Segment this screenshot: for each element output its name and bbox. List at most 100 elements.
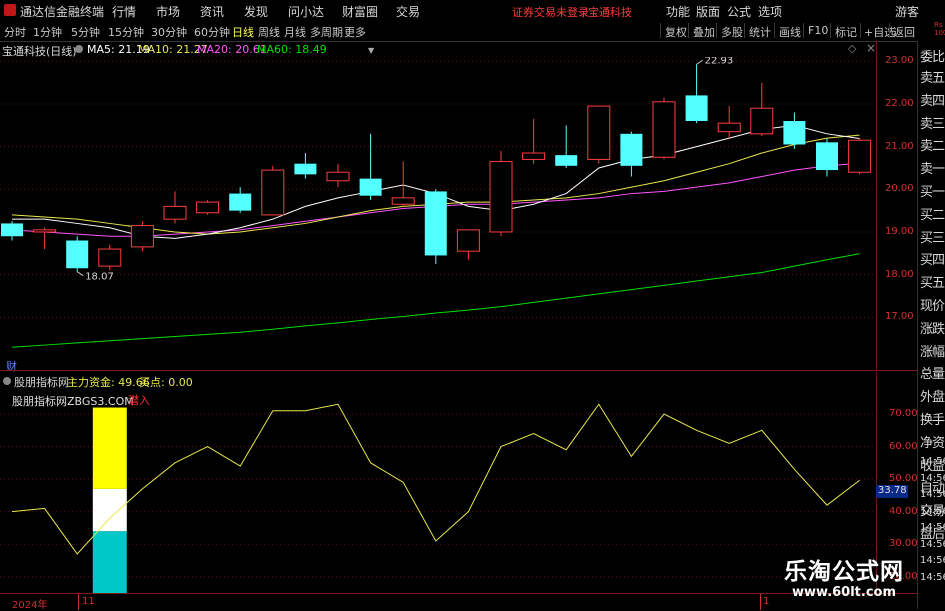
candle-body	[522, 152, 546, 160]
panel-divider	[0, 370, 917, 371]
candle-body	[33, 229, 57, 233]
chevron-down-icon[interactable]	[75, 45, 83, 53]
candle-body	[261, 169, 285, 216]
price-axis: 23.00 22.00 21.00 20.00 19.00 18.00 17.0…	[876, 41, 917, 371]
candle-body	[456, 229, 480, 252]
side-panel-label: 卖五	[920, 71, 945, 86]
back-button[interactable]: 返回	[893, 24, 915, 40]
trade-time: 14:56	[920, 456, 945, 467]
ma60-value: MA60: 18.49	[257, 43, 327, 56]
max-price-label: 22.93	[705, 57, 734, 66]
add-watchlist-button[interactable]: +自选	[864, 24, 895, 40]
watermark: 乐淘公式网 www.60lt.com	[780, 552, 945, 609]
candle-body	[130, 225, 154, 248]
menu-news[interactable]: 资讯	[200, 3, 224, 20]
side-panel-label: 卖四	[920, 93, 945, 109]
candle-body	[620, 133, 643, 166]
diamond-icon[interactable]: ◇	[848, 42, 856, 55]
candle-body	[294, 163, 317, 175]
menu-options[interactable]: 选项	[758, 3, 782, 20]
current-stock-name: 宝通科技	[588, 6, 632, 19]
side-panel-label: 买四	[920, 253, 945, 269]
candle-body	[750, 107, 774, 135]
candle-body	[652, 101, 676, 158]
candle-body	[98, 248, 122, 267]
side-panel-label: 买三	[920, 230, 945, 246]
price-tick: 18.00	[885, 268, 914, 280]
side-panel-label: 买二	[920, 207, 945, 223]
menu-formula[interactable]: 公式	[727, 3, 751, 20]
candle-body	[489, 161, 513, 233]
close-icon[interactable]: ×	[866, 41, 876, 55]
tab-multi-period[interactable]: 多周期	[310, 24, 343, 40]
indicator-tick: 50.00	[889, 473, 918, 485]
candlestick-chart[interactable]: 22.93 18.07	[0, 57, 875, 370]
login-notice[interactable]: 证券交易未登录	[512, 4, 589, 20]
side-panel-label: 涨跌	[920, 321, 945, 337]
sub-info-line: 股朋指标网 主力资金: 49.66 买点: 0.00	[0, 372, 875, 389]
tab-monthly[interactable]: 月线	[284, 24, 306, 40]
tab-30min[interactable]: 30分钟	[151, 24, 187, 40]
trade-time: 14:56	[920, 489, 945, 500]
watermark-url: www.60lt.com	[792, 585, 897, 600]
f10-button[interactable]: F10	[808, 24, 828, 37]
menu-discover[interactable]: 发现	[244, 3, 268, 20]
menu-ask[interactable]: 问小达	[288, 3, 324, 20]
tab-daily[interactable]: 日线	[232, 24, 254, 40]
period-toolbar: 分时 1分钟 5分钟 15分钟 30分钟 60分钟 日线 周线 月线 多周期 更…	[0, 20, 945, 55]
menu-market[interactable]: 行情	[112, 3, 136, 20]
menu-function[interactable]: 功能	[666, 3, 690, 20]
ma60-line	[11, 253, 860, 348]
price-tick: 22.00	[885, 97, 914, 109]
candle-body	[717, 122, 741, 133]
side-panel-label: 换手	[920, 413, 945, 428]
ma-info-line: 宝通科技(日线) MA5: 21.19 MA10: 21.27 MA20: 20…	[0, 41, 880, 58]
tab-5min[interactable]: 5分钟	[71, 24, 100, 40]
menu-wealth[interactable]: 财富圈	[342, 3, 378, 20]
candle-body	[66, 240, 89, 269]
current-value-tag: 33.78	[876, 485, 908, 498]
price-tick: 20.00	[885, 183, 914, 195]
overlay-button[interactable]: 叠加	[693, 24, 715, 40]
indicator-tick: 70.00	[889, 408, 918, 420]
restore-right-button[interactable]: 复权	[665, 24, 687, 40]
buy-signal-bar	[92, 531, 127, 593]
candle-body	[196, 201, 220, 214]
month-label: 1	[763, 596, 770, 607]
chevron-down-icon[interactable]	[3, 377, 11, 385]
multi-stock-button[interactable]: 多股	[721, 24, 743, 40]
candle-body	[163, 205, 187, 220]
month-label: 11	[82, 596, 95, 607]
app-title: 通达信金融终端	[20, 5, 105, 19]
candle-body	[229, 193, 252, 211]
side-panel-label: 总量	[920, 367, 945, 383]
title-bar: 通达信金融终端 行情 市场 资讯 发现 问小达 财富圈 交易 证券交易未登录 宝…	[0, 0, 945, 21]
mark-button[interactable]: 标记	[835, 24, 857, 40]
watermark-title: 乐淘公式网	[784, 559, 904, 585]
candle-body	[424, 191, 447, 256]
candle-body	[587, 105, 611, 160]
menu-trade[interactable]: 交易	[396, 3, 420, 20]
candle-body	[359, 178, 382, 196]
tab-1min[interactable]: 1分钟	[33, 24, 62, 40]
date-divider	[78, 594, 79, 610]
menu-layout[interactable]: 版面	[696, 3, 720, 20]
date-divider	[760, 594, 761, 610]
price-tick: 19.00	[885, 225, 914, 237]
candle-body	[326, 171, 350, 182]
app-logo-icon	[4, 4, 16, 16]
draw-line-button[interactable]: 画线	[779, 24, 801, 40]
tab-more[interactable]: 更多	[344, 24, 366, 40]
tab-60min[interactable]: 60分钟	[194, 24, 230, 40]
tab-intraday[interactable]: 分时	[4, 24, 26, 40]
menu-market-center[interactable]: 市场	[156, 3, 180, 20]
statistics-button[interactable]: 统计	[749, 24, 771, 40]
guest-label[interactable]: 游客	[895, 3, 919, 20]
tab-weekly[interactable]: 周线	[258, 24, 280, 40]
max-pointer	[696, 59, 703, 65]
side-panel-label: 涨幅	[920, 344, 945, 360]
indicator-chart[interactable]	[0, 388, 875, 593]
candle-body	[685, 95, 708, 122]
candle-body	[391, 197, 415, 205]
tab-15min[interactable]: 15分钟	[108, 24, 144, 40]
